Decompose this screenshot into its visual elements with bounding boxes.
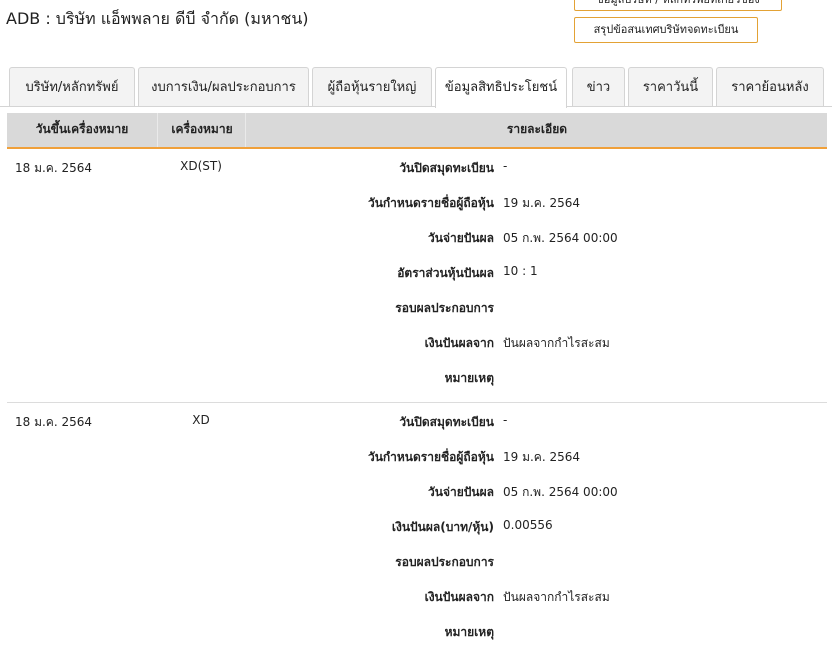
header-sign-date: วันขึ้นเครื่องหมาย [35,122,129,136]
company-info-button[interactable]: ข้อมูลบริษัท / หลักทรัพย์ที่เกี่ยวข้อง [574,0,782,11]
tab-news[interactable]: ข่าว [572,67,625,106]
header-details: รายละเอียด [245,113,828,147]
detail-value: 19 ม.ค. 2564 [503,450,581,464]
detail-label: รอบผลประกอบการ [395,301,494,315]
detail-row: หมายเหตุ [7,613,827,648]
detail-label: วันจ่ายปันผล [428,485,494,499]
detail-label: เงินปันผล(บาท/หุ้น) [391,520,494,534]
detail-label: อัตราส่วนหุ้นปันผล [397,266,494,280]
tab-financials[interactable]: งบการเงิน/ผลประกอบการ [138,67,309,106]
detail-label: หมายเหตุ [444,625,494,639]
detail-row: หมายเหตุ [7,359,827,394]
detail-row: วันจ่ายปันผล 05 ก.พ. 2564 00:00 [7,219,827,254]
detail-value: 19 ม.ค. 2564 [503,196,581,210]
detail-value: 05 ก.พ. 2564 00:00 [503,231,618,245]
detail-label: เงินปันผลจาก [424,590,494,604]
detail-value: - [503,159,508,173]
tab-bar: บริษัท/หลักทรัพย์ งบการเงิน/ผลประกอบการ … [0,67,832,108]
company-summary-button[interactable]: สรุปข้อสนเทศบริษัทจดทะเบียน [574,17,758,43]
detail-label: วันปิดสมุดทะเบียน [399,415,494,429]
detail-row: เงินปันผลจาก ปันผลจากกำไรสะสม [7,324,827,359]
tab-major-shareholders[interactable]: ผู้ถือหุ้นรายใหญ่ [312,67,432,106]
tab-rights-benefits[interactable]: ข้อมูลสิทธิประโยชน์ [435,67,567,108]
table-header: วันขึ้นเครื่องหมาย เครื่องหมาย รายละเอีย… [7,113,827,149]
detail-label: วันกำหนดรายชื่อผู้ถือหุ้น [367,450,494,464]
tab-today-price[interactable]: ราคาวันนี้ [628,67,713,106]
detail-value: ปันผลจากกำไรสะสม [503,590,610,604]
detail-value: 05 ก.พ. 2564 00:00 [503,485,618,499]
tab-company-securities[interactable]: บริษัท/หลักทรัพย์ [9,67,135,106]
tab-historical-price[interactable]: ราคาย้อนหลัง [716,67,824,106]
detail-value: 10 : 1 [503,264,538,278]
detail-value: 0.00556 [503,518,553,532]
detail-row: เงินปันผลจาก ปันผลจากกำไรสะสม [7,578,827,613]
header-symbol: เครื่องหมาย [157,113,246,147]
detail-label: วันกำหนดรายชื่อผู้ถือหุ้น [367,196,494,210]
detail-row: รอบผลประกอบการ [7,543,827,578]
detail-row: วันกำหนดรายชื่อผู้ถือหุ้น 19 ม.ค. 2564 [7,438,827,473]
detail-label: รอบผลประกอบการ [395,555,494,569]
page-title: ADB : บริษัท แอ็พพลาย ดีบี จำกัด (มหาชน) [6,9,309,28]
detail-row: เงินปันผล(บาท/หุ้น) 0.00556 [7,508,827,543]
detail-row: วันจ่ายปันผล 05 ก.พ. 2564 00:00 [7,473,827,508]
detail-row: วันปิดสมุดทะเบียน - [7,149,827,184]
detail-label: หมายเหตุ [444,371,494,385]
tab-divider [0,106,832,107]
detail-row: วันปิดสมุดทะเบียน - [7,403,827,438]
detail-label: วันจ่ายปันผล [428,231,494,245]
table-row: 18 ม.ค. 2564 XD(ST) วันปิดสมุดทะเบียน - … [7,149,827,403]
detail-value: ปันผลจากกำไรสะสม [503,336,610,350]
detail-row: รอบผลประกอบการ [7,289,827,324]
detail-row: อัตราส่วนหุ้นปันผล 10 : 1 [7,254,827,289]
detail-value: - [503,413,508,427]
table-row: 18 ม.ค. 2564 XD วันปิดสมุดทะเบียน - วันก… [7,403,827,656]
detail-label: เงินปันผลจาก [424,336,494,350]
detail-row: วันกำหนดรายชื่อผู้ถือหุ้น 19 ม.ค. 2564 [7,184,827,219]
detail-label: วันปิดสมุดทะเบียน [399,161,494,175]
